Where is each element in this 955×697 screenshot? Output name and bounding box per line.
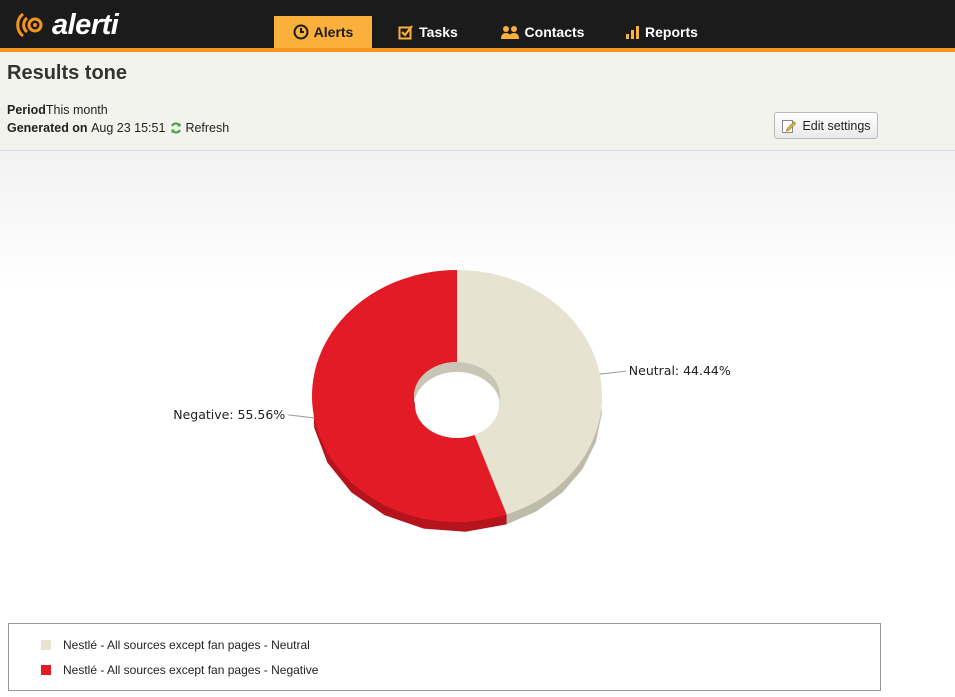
refresh-label: Refresh [185,121,230,135]
legend-swatch-negative [41,665,51,675]
refresh-link[interactable]: Refresh [170,121,229,135]
label-line-neutral [599,370,626,375]
page-title: Results tone [7,62,128,84]
logo-text: alerti [52,8,119,41]
generated-label: Generated on [7,121,88,135]
people-icon [500,26,519,39]
period-label: Period [7,103,46,117]
data-label-negative: Negative: 55.56% [173,407,285,422]
period-info: PeriodThis month [7,103,108,117]
nav-contacts[interactable]: Contacts [484,16,600,48]
legend-item-negative[interactable]: Nestlé - All sources except fan pages - … [41,663,318,677]
refresh-icon [171,122,182,134]
period-value: This month [45,103,108,117]
nav-alerts-label: Alerts [313,24,354,40]
label-line-negative [288,414,315,419]
alerti-logo[interactable]: alerti [16,8,119,42]
edit-settings-button[interactable]: Edit settings [774,112,878,139]
bar-chart-icon [626,26,639,39]
legend-item-neutral[interactable]: Nestlé - All sources except fan pages - … [41,638,310,652]
chart-legend: Nestlé - All sources except fan pages - … [8,623,881,691]
nav-reports[interactable]: Reports [612,16,710,48]
donut-hole [415,372,499,438]
nav-tasks[interactable]: Tasks [372,16,484,48]
top-navigation-bar: alerti Alerts Tasks Contacts Reports [0,0,955,52]
edit-icon [782,119,797,133]
nav-tasks-label: Tasks [419,24,458,40]
alerti-logo-icon [16,12,43,38]
data-label-neutral: Neutral: 44.44% [629,363,731,378]
nav-alerts[interactable]: Alerts [274,16,372,48]
checkbox-icon [398,25,414,40]
legend-swatch-neutral [41,640,51,650]
legend-label-neutral: Nestlé - All sources except fan pages - … [63,638,310,652]
generated-value: Aug 23 15:51 [91,121,166,135]
generated-info: Generated on Aug 23 15:51 Refresh [7,121,229,135]
main-nav: Alerts Tasks Contacts Reports [274,16,710,48]
legend-label-negative: Nestlé - All sources except fan pages - … [63,663,319,677]
nav-contacts-label: Contacts [524,24,585,40]
chart-area: Neutral: 44.44% Negative: 55.56% [0,151,955,621]
report-header: Results tone PeriodThis month Generated … [0,52,955,151]
clock-icon [293,24,309,40]
edit-settings-label: Edit settings [802,118,871,133]
nav-reports-label: Reports [645,24,698,40]
tone-donut-chart: Neutral: 44.44% Negative: 55.56% [173,270,731,532]
